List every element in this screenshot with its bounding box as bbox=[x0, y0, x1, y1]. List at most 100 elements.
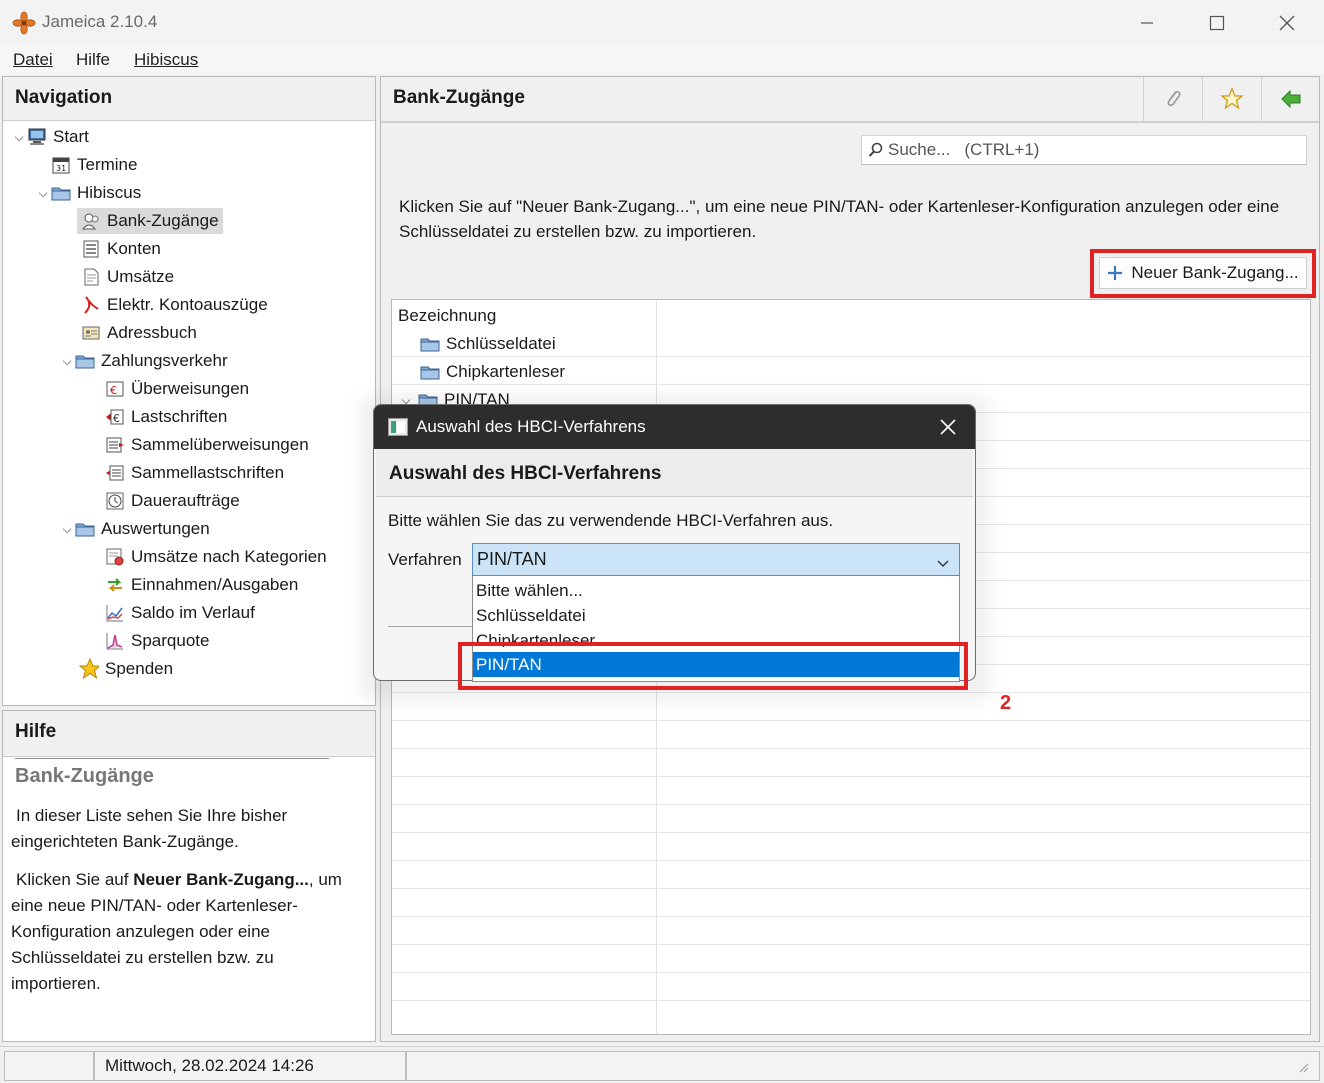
category-chart-icon bbox=[105, 547, 125, 567]
tree-item-kontoauszuege[interactable]: Elektr. Kontoauszüge bbox=[81, 292, 268, 318]
help-text-bold: Neuer Bank-Zugang... bbox=[133, 870, 309, 889]
row-label: Schlüsseldatei bbox=[446, 334, 556, 353]
search-icon bbox=[868, 142, 883, 157]
menu-bar: Datei Hilfe Hibiscus bbox=[0, 46, 1324, 74]
help-paragraph: Klicken Sie auf Neuer Bank-Zugang..., um… bbox=[11, 867, 351, 997]
paperclip-icon bbox=[1166, 90, 1181, 107]
folder-icon bbox=[75, 519, 95, 539]
tree-item-sammellastschriften[interactable]: Sammellastschriften bbox=[105, 460, 284, 486]
new-bank-access-label: Neuer Bank-Zugang... bbox=[1131, 263, 1299, 282]
tree-item-label: Auswertungen bbox=[101, 519, 210, 538]
help-title: Hilfe bbox=[3, 711, 375, 757]
status-bar: Mittwoch, 28.02.2024 14:26 bbox=[0, 1046, 1324, 1083]
chevron-down-icon[interactable]: ⌵ bbox=[11, 129, 27, 145]
account-icon bbox=[81, 239, 101, 259]
chevron-down-icon[interactable]: ⌵ bbox=[59, 353, 75, 369]
savings-chart-icon bbox=[105, 631, 125, 651]
menu-hilfe[interactable]: Hilfe bbox=[76, 50, 110, 70]
tree-item-konten[interactable]: Konten bbox=[81, 236, 161, 262]
jameica-logo-icon bbox=[12, 11, 36, 35]
tree-item-spenden[interactable]: Spenden bbox=[79, 656, 173, 682]
search-input[interactable]: Suche... (CTRL+1) bbox=[861, 135, 1307, 165]
annotation-box-2 bbox=[458, 642, 968, 690]
tree-item-hibiscus[interactable]: ⌵ Hibiscus bbox=[35, 180, 141, 206]
dialog-prompt: Bitte wählen Sie das zu verwendende HBCI… bbox=[388, 511, 834, 530]
divider bbox=[381, 122, 1319, 123]
tree-item-label: Sammelüberweisungen bbox=[131, 435, 309, 454]
help-text: Klicken Sie auf bbox=[16, 870, 134, 889]
tree-item-sparquote[interactable]: Sparquote bbox=[105, 628, 209, 654]
tree-item-label: Saldo im Verlauf bbox=[131, 603, 255, 622]
tree-item-bank-zugaenge[interactable]: Bank-Zugänge bbox=[77, 208, 223, 234]
table-row[interactable]: Chipkartenleser bbox=[392, 358, 1310, 386]
dialog-title-bar: Auswahl des HBCI-Verfahrens bbox=[374, 405, 975, 449]
tree-item-ueberweisungen[interactable]: € Überweisungen bbox=[105, 376, 249, 402]
maximize-button[interactable] bbox=[1182, 0, 1252, 46]
tree-item-label: Umsätze nach Kategorien bbox=[131, 547, 327, 566]
divider bbox=[15, 758, 329, 759]
tree-item-einnahmen-ausgaben[interactable]: Einnahmen/Ausgaben bbox=[105, 572, 298, 598]
table-row[interactable]: Schlüsseldatei bbox=[392, 330, 1310, 358]
navigation-title: Navigation bbox=[3, 77, 375, 121]
svg-text:€: € bbox=[110, 384, 117, 397]
plus-icon bbox=[1108, 266, 1123, 280]
option-schluesseldatei[interactable]: Schlüsseldatei bbox=[473, 603, 959, 628]
tree-item-auswertungen[interactable]: ⌵ Auswertungen bbox=[59, 516, 210, 542]
back-button[interactable] bbox=[1261, 77, 1319, 121]
search-placeholder: Suche... bbox=[888, 140, 951, 159]
tree-item-label: Überweisungen bbox=[131, 379, 250, 398]
addressbook-icon bbox=[81, 323, 101, 343]
tree-item-dauerauftraege[interactable]: Daueraufträge bbox=[105, 488, 240, 514]
close-window-button[interactable] bbox=[1252, 0, 1322, 46]
folder-icon bbox=[420, 334, 440, 354]
chevron-down-icon[interactable]: ⌵ bbox=[59, 521, 75, 537]
tree-item-termine[interactable]: 31 Termine bbox=[51, 152, 137, 178]
dialog-app-icon bbox=[388, 418, 408, 441]
dialog-heading: Auswahl des HBCI-Verfahrens bbox=[376, 449, 973, 497]
tree-item-label: Konten bbox=[107, 239, 161, 258]
bulk-transfer-icon bbox=[105, 435, 125, 455]
tree-item-lastschriften[interactable]: € Lastschriften bbox=[105, 404, 227, 430]
tree-item-label: Start bbox=[53, 127, 89, 146]
tree-item-start[interactable]: ⌵ Start bbox=[11, 124, 89, 150]
resize-grip-icon[interactable] bbox=[1296, 1059, 1310, 1079]
minimize-button[interactable] bbox=[1112, 0, 1182, 46]
option-bitte-waehlen[interactable]: Bitte wählen... bbox=[473, 578, 959, 603]
tree-item-label: Sammellastschriften bbox=[131, 463, 285, 482]
tree-item-label: Spenden bbox=[105, 659, 174, 678]
tree-item-label: Adressbuch bbox=[107, 323, 197, 342]
status-cell bbox=[4, 1051, 94, 1081]
tree-item-umsaetze[interactable]: Umsätze bbox=[81, 264, 174, 290]
status-cell bbox=[406, 1051, 1320, 1081]
tree-item-label: Hibiscus bbox=[77, 183, 142, 202]
tree-item-saldo-verlauf[interactable]: Saldo im Verlauf bbox=[105, 600, 255, 626]
tree-item-label: Umsätze bbox=[107, 267, 175, 286]
folder-icon bbox=[420, 362, 440, 382]
chevron-down-icon[interactable]: ⌵ bbox=[35, 185, 51, 201]
menu-datei[interactable]: Datei bbox=[13, 50, 53, 70]
calendar-icon: 31 bbox=[51, 155, 71, 175]
menu-hibiscus[interactable]: Hibiscus bbox=[134, 50, 198, 70]
tree-item-label: Bank-Zugänge bbox=[107, 211, 219, 230]
dialog-close-button[interactable] bbox=[940, 419, 956, 440]
info-text: Klicken Sie auf "Neuer Bank-Zugang...", … bbox=[399, 197, 1280, 241]
attach-button[interactable] bbox=[1143, 77, 1201, 121]
star-icon bbox=[1219, 87, 1244, 110]
tree-item-sammelueberweisungen[interactable]: Sammelüberweisungen bbox=[105, 432, 309, 458]
dialog-title: Auswahl des HBCI-Verfahrens bbox=[416, 417, 646, 436]
tree-item-adressbuch[interactable]: Adressbuch bbox=[81, 320, 197, 346]
debit-icon: € bbox=[105, 407, 125, 427]
divider bbox=[388, 626, 472, 627]
tree-item-zahlungsverkehr[interactable]: ⌵ Zahlungsverkehr bbox=[59, 348, 228, 374]
bookmark-button[interactable] bbox=[1202, 77, 1260, 121]
column-header-bezeichnung[interactable]: Bezeichnung bbox=[398, 306, 496, 326]
new-bank-access-button[interactable]: Neuer Bank-Zugang... bbox=[1099, 257, 1307, 289]
tree-item-umsaetze-kategorien[interactable]: Umsätze nach Kategorien bbox=[105, 544, 327, 570]
select-value: PIN/TAN bbox=[477, 549, 547, 569]
verfahren-select[interactable]: PIN/TAN bbox=[472, 543, 960, 576]
help-heading: Bank-Zugänge bbox=[15, 765, 154, 787]
navigation-panel: Navigation ⌵ Start 31 Termine ⌵ Hibiscus… bbox=[2, 76, 376, 706]
tree-item-label: Zahlungsverkehr bbox=[101, 351, 228, 370]
search-shortcut: (CTRL+1) bbox=[964, 140, 1040, 159]
folder-icon bbox=[51, 183, 71, 203]
